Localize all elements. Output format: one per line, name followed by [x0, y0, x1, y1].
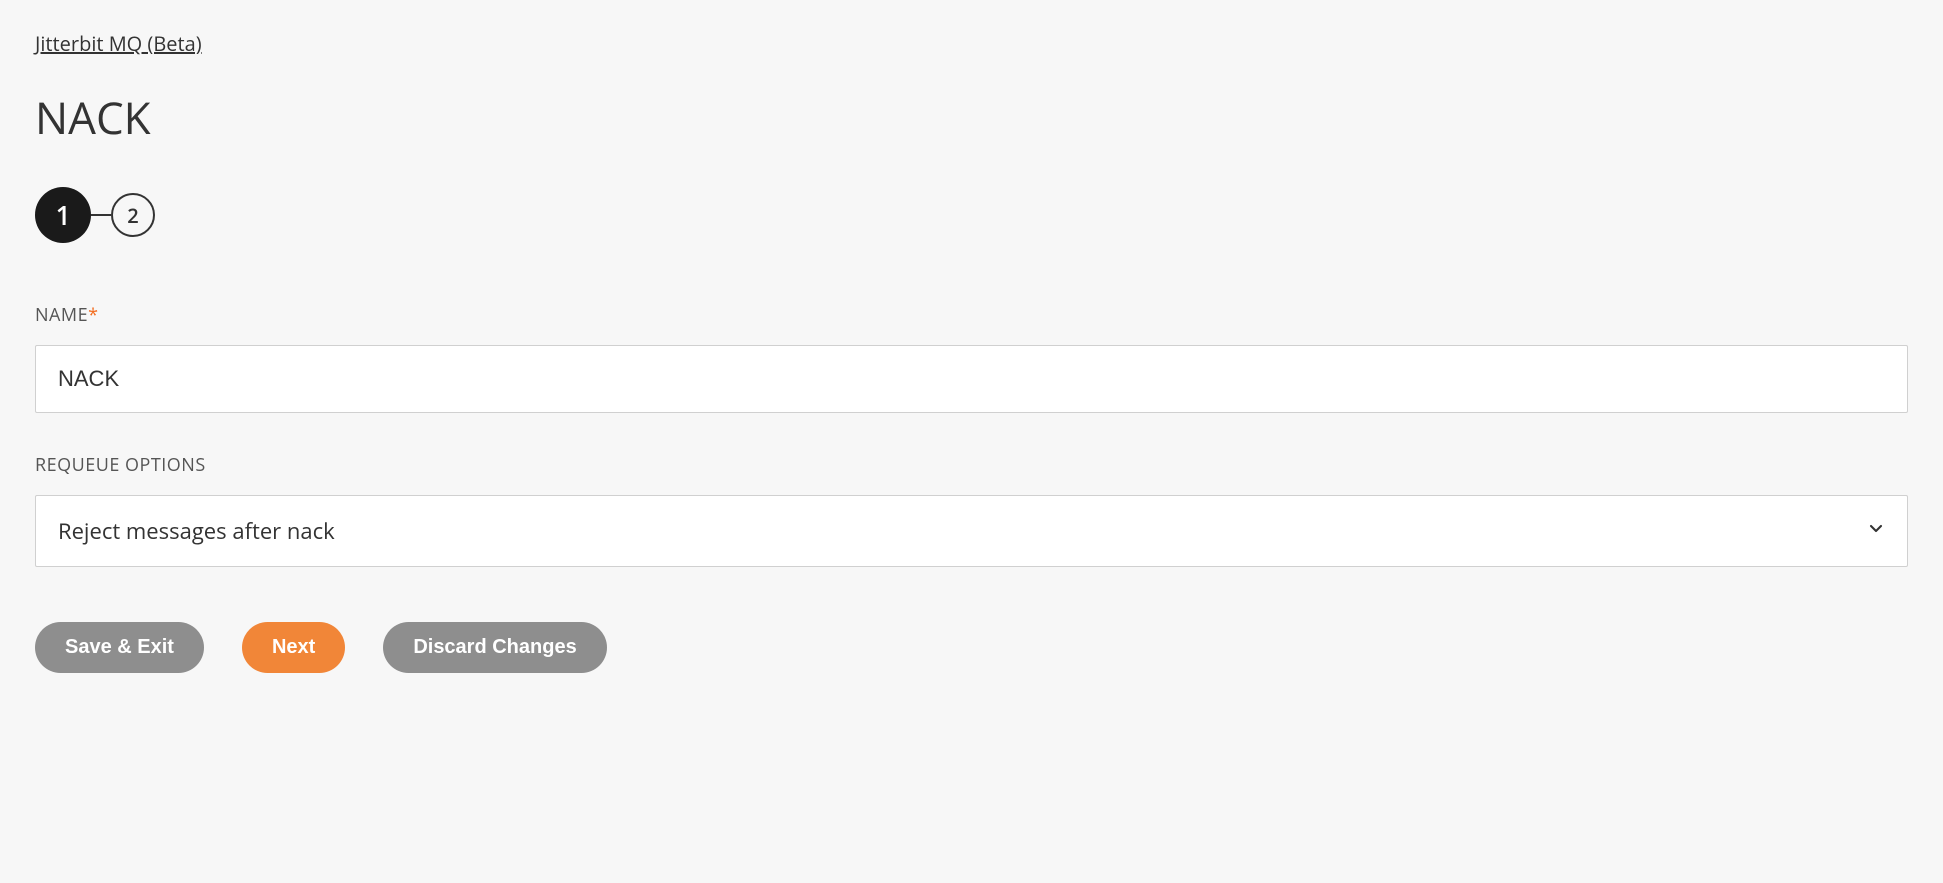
step-1[interactable]: 1: [35, 187, 91, 243]
name-label: NAME*: [35, 303, 1908, 327]
name-label-text: NAME: [35, 303, 88, 327]
name-field-group: NAME*: [35, 303, 1908, 413]
button-row: Save & Exit Next Discard Changes: [35, 622, 1908, 673]
save-exit-button[interactable]: Save & Exit: [35, 622, 204, 673]
requeue-selected-value: Reject messages after nack: [58, 516, 335, 546]
required-indicator: *: [88, 303, 98, 327]
page-title: NACK: [35, 87, 1908, 147]
requeue-label: REQUEUE OPTIONS: [35, 453, 1908, 477]
step-2[interactable]: 2: [111, 193, 155, 237]
name-input[interactable]: [35, 345, 1908, 413]
discard-changes-button[interactable]: Discard Changes: [383, 622, 606, 673]
requeue-select[interactable]: Reject messages after nack: [35, 495, 1908, 567]
next-button[interactable]: Next: [242, 622, 345, 673]
breadcrumb-link[interactable]: Jitterbit MQ (Beta): [35, 30, 202, 57]
stepper: 1 2: [35, 187, 1908, 243]
requeue-select-wrapper: Reject messages after nack: [35, 495, 1908, 567]
requeue-field-group: REQUEUE OPTIONS Reject messages after na…: [35, 453, 1908, 567]
step-connector: [91, 214, 111, 216]
